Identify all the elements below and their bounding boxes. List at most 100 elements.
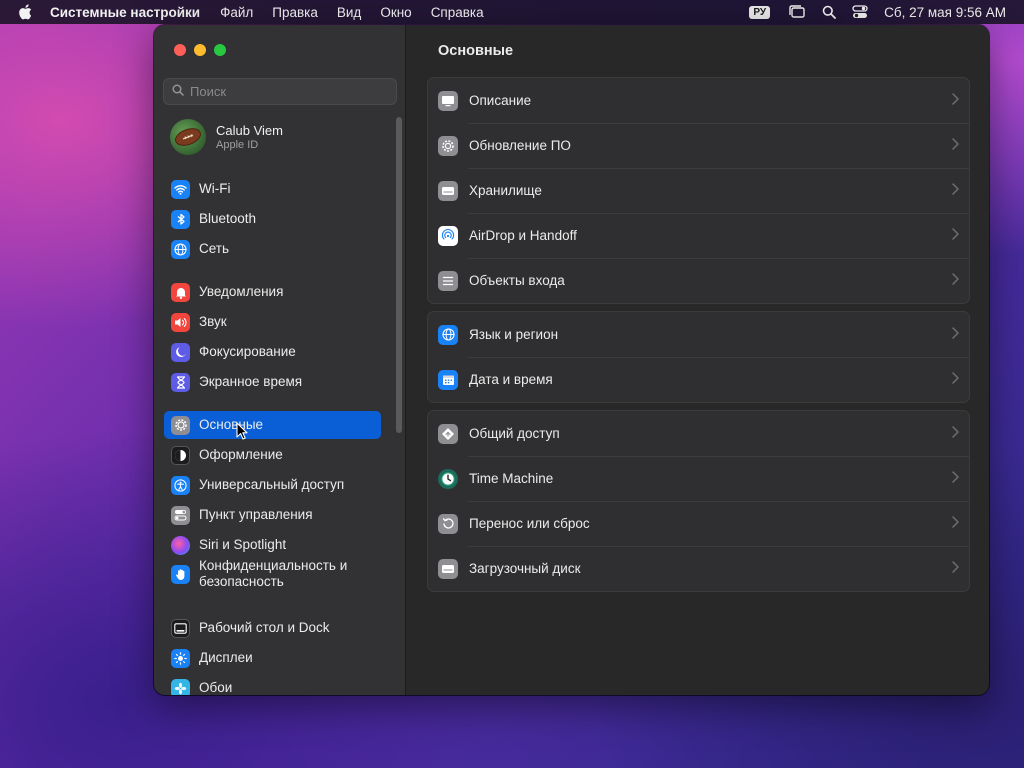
row-label: Обновление ПО	[469, 138, 571, 153]
time-machine-icon	[438, 468, 458, 489]
chevron-right-icon	[952, 273, 959, 288]
siri-icon	[171, 535, 190, 555]
chevron-right-icon	[952, 471, 959, 486]
row-label: Загрузочный диск	[469, 561, 581, 576]
search-box[interactable]	[163, 78, 397, 105]
chevron-right-icon	[952, 372, 959, 387]
avatar	[170, 119, 206, 155]
apple-id-account[interactable]: Calub Viem Apple ID	[170, 119, 283, 155]
sidebar-item-label: Сеть	[199, 241, 230, 256]
bell-icon	[171, 282, 190, 302]
sidebar-item-sound[interactable]: Звук	[164, 308, 381, 336]
hourglass-icon	[171, 372, 190, 392]
moon-icon	[171, 342, 190, 362]
row-label: Общий доступ	[469, 426, 560, 441]
row-label: Язык и регион	[469, 327, 559, 342]
storage-icon	[438, 180, 458, 201]
sidebar-item-focus[interactable]: Фокусирование	[164, 338, 381, 366]
sidebar-scrollbar[interactable]	[396, 117, 402, 433]
sidebar-item-appearance[interactable]: Оформление	[164, 441, 381, 469]
account-subtitle: Apple ID	[216, 139, 259, 151]
sidebar-item-bluetooth[interactable]: Bluetooth	[164, 205, 381, 233]
input-language-badge[interactable]: РУ	[749, 5, 771, 19]
sidebar-item-label: Экранное время	[199, 374, 303, 389]
stage-manager-icon[interactable]	[788, 5, 806, 19]
apple-logo-icon[interactable]	[18, 4, 36, 20]
sidebar-item-wifi[interactable]: Wi-Fi	[164, 175, 381, 203]
sidebar-item-wallpaper[interactable]: Обои	[164, 674, 381, 695]
close-window-button[interactable]	[174, 44, 186, 56]
row-label: Хранилище	[469, 183, 542, 198]
row-language-region[interactable]: Язык и регион	[428, 312, 969, 357]
search-icon	[172, 83, 184, 101]
row-about[interactable]: Описание	[428, 78, 969, 123]
menu-window[interactable]: Окно	[380, 5, 411, 20]
menu-file[interactable]: Файл	[220, 5, 253, 20]
row-label: Описание	[469, 93, 532, 108]
sidebar-item-screen-time[interactable]: Экранное время	[164, 368, 381, 396]
menu-edit[interactable]: Правка	[272, 5, 318, 20]
sidebar-item-control-center[interactable]: Пункт управления	[164, 501, 381, 529]
spotlight-search-icon[interactable]	[822, 5, 837, 19]
chevron-right-icon	[952, 138, 959, 153]
row-login-items[interactable]: Объекты входа	[428, 258, 969, 303]
row-label: Time Machine	[469, 471, 554, 486]
software-update-icon	[438, 135, 458, 156]
chevron-right-icon	[952, 183, 959, 198]
sidebar-item-general[interactable]: Основные	[164, 411, 381, 439]
chevron-right-icon	[952, 426, 959, 441]
airdrop-icon	[438, 225, 458, 246]
startup-disk-icon	[438, 558, 458, 579]
reset-icon	[438, 513, 458, 534]
menu-view[interactable]: Вид	[337, 5, 361, 20]
sidebar-item-label: Пункт управления	[199, 507, 313, 522]
content-pane: Основные Описание Обновление ПО Хранилищ…	[407, 25, 989, 695]
sidebar-item-notifications[interactable]: Уведомления	[164, 278, 381, 306]
row-software-update[interactable]: Обновление ПО	[428, 123, 969, 168]
bluetooth-icon	[171, 209, 190, 229]
sidebar-item-label: Уведомления	[199, 284, 284, 299]
gear-icon	[171, 415, 190, 435]
globe-icon	[171, 239, 190, 259]
search-input[interactable]	[190, 84, 390, 99]
minimize-window-button[interactable]	[194, 44, 206, 56]
sidebar-item-label: Обои	[199, 680, 233, 695]
row-storage[interactable]: Хранилище	[428, 168, 969, 213]
sidebar-item-displays[interactable]: Дисплеи	[164, 644, 381, 672]
sidebar-item-label: Основные	[199, 417, 264, 432]
login-items-icon	[438, 270, 458, 291]
menubar-clock[interactable]: Сб, 27 мая 9:56 AM	[884, 5, 1006, 20]
sidebar-item-privacy-security[interactable]: Конфиденциальность и безопасность	[164, 556, 381, 592]
row-label: Дата и время	[469, 372, 553, 387]
account-name: Calub Viem	[216, 123, 283, 138]
row-transfer-reset[interactable]: Перенос или сброс	[428, 501, 969, 546]
row-label: AirDrop и Handoff	[469, 228, 577, 243]
sidebar-item-desktop-dock[interactable]: Рабочий стол и Dock	[164, 614, 381, 642]
control-center-menubar-icon[interactable]	[852, 5, 868, 19]
row-label: Перенос или сброс	[469, 516, 590, 531]
zoom-window-button[interactable]	[214, 44, 226, 56]
sidebar-item-label: Универсальный доступ	[199, 477, 345, 492]
sidebar-item-network[interactable]: Сеть	[164, 235, 381, 263]
row-startup-disk[interactable]: Загрузочный диск	[428, 546, 969, 591]
control-center-icon	[171, 505, 190, 525]
chevron-right-icon	[952, 516, 959, 531]
sharing-icon	[438, 423, 458, 444]
wallpaper-icon	[171, 678, 190, 695]
system-settings-window: Calub Viem Apple ID Wi-Fi Bluetooth Сеть	[154, 25, 989, 695]
accessibility-icon	[171, 475, 190, 495]
mouse-cursor-icon	[236, 422, 248, 445]
menu-app-name[interactable]: Системные настройки	[50, 5, 200, 20]
sidebar-item-accessibility[interactable]: Универсальный доступ	[164, 471, 381, 499]
wifi-icon	[171, 179, 190, 199]
hand-icon	[171, 564, 190, 584]
row-airdrop-handoff[interactable]: AirDrop и Handoff	[428, 213, 969, 258]
row-sharing[interactable]: Общий доступ	[428, 411, 969, 456]
sun-icon	[171, 648, 190, 668]
calendar-icon	[438, 369, 458, 390]
menu-help[interactable]: Справка	[431, 5, 484, 20]
row-time-machine[interactable]: Time Machine	[428, 456, 969, 501]
sidebar-item-siri-spotlight[interactable]: Siri и Spotlight	[164, 531, 381, 559]
page-title: Основные	[438, 43, 514, 59]
row-date-time[interactable]: Дата и время	[428, 357, 969, 402]
